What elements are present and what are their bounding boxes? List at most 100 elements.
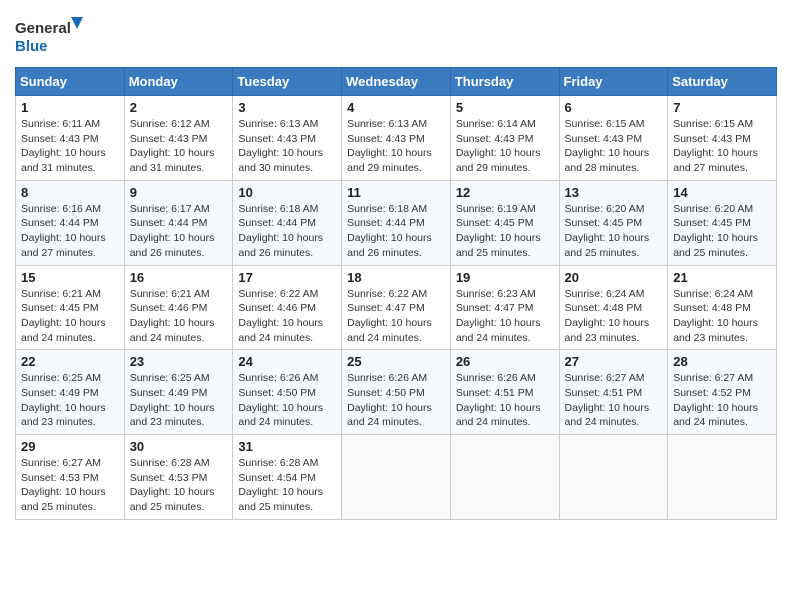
day-info: Sunrise: 6:11 AM Sunset: 4:43 PM Dayligh… <box>21 117 119 176</box>
day-info: Sunrise: 6:20 AM Sunset: 4:45 PM Dayligh… <box>673 202 771 261</box>
day-cell-16: 16 Sunrise: 6:21 AM Sunset: 4:46 PM Dayl… <box>124 265 233 350</box>
day-cell-18: 18 Sunrise: 6:22 AM Sunset: 4:47 PM Dayl… <box>342 265 451 350</box>
day-info: Sunrise: 6:22 AM Sunset: 4:47 PM Dayligh… <box>347 287 445 346</box>
day-number: 11 <box>347 185 445 200</box>
empty-cell <box>668 435 777 520</box>
day-info: Sunrise: 6:27 AM Sunset: 4:53 PM Dayligh… <box>21 456 119 515</box>
day-header-wednesday: Wednesday <box>342 68 451 96</box>
day-header-saturday: Saturday <box>668 68 777 96</box>
day-info: Sunrise: 6:18 AM Sunset: 4:44 PM Dayligh… <box>347 202 445 261</box>
day-cell-9: 9 Sunrise: 6:17 AM Sunset: 4:44 PM Dayli… <box>124 180 233 265</box>
day-number: 19 <box>456 270 554 285</box>
day-info: Sunrise: 6:26 AM Sunset: 4:50 PM Dayligh… <box>347 371 445 430</box>
day-cell-2: 2 Sunrise: 6:12 AM Sunset: 4:43 PM Dayli… <box>124 96 233 181</box>
day-info: Sunrise: 6:24 AM Sunset: 4:48 PM Dayligh… <box>673 287 771 346</box>
day-info: Sunrise: 6:22 AM Sunset: 4:46 PM Dayligh… <box>238 287 336 346</box>
empty-cell <box>450 435 559 520</box>
day-cell-8: 8 Sunrise: 6:16 AM Sunset: 4:44 PM Dayli… <box>16 180 125 265</box>
day-number: 4 <box>347 100 445 115</box>
day-info: Sunrise: 6:17 AM Sunset: 4:44 PM Dayligh… <box>130 202 228 261</box>
day-header-tuesday: Tuesday <box>233 68 342 96</box>
day-cell-21: 21 Sunrise: 6:24 AM Sunset: 4:48 PM Dayl… <box>668 265 777 350</box>
logo: General Blue <box>15 15 85 57</box>
day-cell-19: 19 Sunrise: 6:23 AM Sunset: 4:47 PM Dayl… <box>450 265 559 350</box>
day-cell-24: 24 Sunrise: 6:26 AM Sunset: 4:50 PM Dayl… <box>233 350 342 435</box>
day-number: 21 <box>673 270 771 285</box>
day-info: Sunrise: 6:13 AM Sunset: 4:43 PM Dayligh… <box>238 117 336 176</box>
logo-svg: General Blue <box>15 15 85 57</box>
day-info: Sunrise: 6:16 AM Sunset: 4:44 PM Dayligh… <box>21 202 119 261</box>
day-number: 31 <box>238 439 336 454</box>
day-header-monday: Monday <box>124 68 233 96</box>
day-number: 16 <box>130 270 228 285</box>
day-cell-31: 31 Sunrise: 6:28 AM Sunset: 4:54 PM Dayl… <box>233 435 342 520</box>
day-cell-12: 12 Sunrise: 6:19 AM Sunset: 4:45 PM Dayl… <box>450 180 559 265</box>
empty-cell <box>342 435 451 520</box>
page-header: General Blue <box>15 15 777 57</box>
day-info: Sunrise: 6:21 AM Sunset: 4:45 PM Dayligh… <box>21 287 119 346</box>
day-info: Sunrise: 6:25 AM Sunset: 4:49 PM Dayligh… <box>21 371 119 430</box>
day-number: 9 <box>130 185 228 200</box>
empty-cell <box>559 435 668 520</box>
day-cell-6: 6 Sunrise: 6:15 AM Sunset: 4:43 PM Dayli… <box>559 96 668 181</box>
day-info: Sunrise: 6:14 AM Sunset: 4:43 PM Dayligh… <box>456 117 554 176</box>
day-cell-14: 14 Sunrise: 6:20 AM Sunset: 4:45 PM Dayl… <box>668 180 777 265</box>
day-cell-22: 22 Sunrise: 6:25 AM Sunset: 4:49 PM Dayl… <box>16 350 125 435</box>
day-info: Sunrise: 6:28 AM Sunset: 4:53 PM Dayligh… <box>130 456 228 515</box>
day-number: 13 <box>565 185 663 200</box>
day-number: 18 <box>347 270 445 285</box>
day-header-sunday: Sunday <box>16 68 125 96</box>
day-number: 1 <box>21 100 119 115</box>
day-cell-7: 7 Sunrise: 6:15 AM Sunset: 4:43 PM Dayli… <box>668 96 777 181</box>
day-info: Sunrise: 6:27 AM Sunset: 4:52 PM Dayligh… <box>673 371 771 430</box>
calendar-week-5: 29 Sunrise: 6:27 AM Sunset: 4:53 PM Dayl… <box>16 435 777 520</box>
day-number: 5 <box>456 100 554 115</box>
day-header-thursday: Thursday <box>450 68 559 96</box>
day-info: Sunrise: 6:13 AM Sunset: 4:43 PM Dayligh… <box>347 117 445 176</box>
day-number: 22 <box>21 354 119 369</box>
day-cell-15: 15 Sunrise: 6:21 AM Sunset: 4:45 PM Dayl… <box>16 265 125 350</box>
day-number: 20 <box>565 270 663 285</box>
day-cell-11: 11 Sunrise: 6:18 AM Sunset: 4:44 PM Dayl… <box>342 180 451 265</box>
day-header-friday: Friday <box>559 68 668 96</box>
day-cell-20: 20 Sunrise: 6:24 AM Sunset: 4:48 PM Dayl… <box>559 265 668 350</box>
day-info: Sunrise: 6:21 AM Sunset: 4:46 PM Dayligh… <box>130 287 228 346</box>
day-cell-30: 30 Sunrise: 6:28 AM Sunset: 4:53 PM Dayl… <box>124 435 233 520</box>
day-cell-23: 23 Sunrise: 6:25 AM Sunset: 4:49 PM Dayl… <box>124 350 233 435</box>
day-info: Sunrise: 6:18 AM Sunset: 4:44 PM Dayligh… <box>238 202 336 261</box>
day-info: Sunrise: 6:15 AM Sunset: 4:43 PM Dayligh… <box>673 117 771 176</box>
day-number: 10 <box>238 185 336 200</box>
day-number: 2 <box>130 100 228 115</box>
day-cell-13: 13 Sunrise: 6:20 AM Sunset: 4:45 PM Dayl… <box>559 180 668 265</box>
day-number: 8 <box>21 185 119 200</box>
day-cell-27: 27 Sunrise: 6:27 AM Sunset: 4:51 PM Dayl… <box>559 350 668 435</box>
svg-text:Blue: Blue <box>15 38 48 55</box>
day-number: 25 <box>347 354 445 369</box>
day-cell-3: 3 Sunrise: 6:13 AM Sunset: 4:43 PM Dayli… <box>233 96 342 181</box>
calendar-table: SundayMondayTuesdayWednesdayThursdayFrid… <box>15 67 777 520</box>
day-cell-4: 4 Sunrise: 6:13 AM Sunset: 4:43 PM Dayli… <box>342 96 451 181</box>
day-info: Sunrise: 6:19 AM Sunset: 4:45 PM Dayligh… <box>456 202 554 261</box>
day-number: 29 <box>21 439 119 454</box>
day-number: 14 <box>673 185 771 200</box>
svg-text:General: General <box>15 20 71 37</box>
day-number: 6 <box>565 100 663 115</box>
day-cell-17: 17 Sunrise: 6:22 AM Sunset: 4:46 PM Dayl… <box>233 265 342 350</box>
day-number: 17 <box>238 270 336 285</box>
day-cell-1: 1 Sunrise: 6:11 AM Sunset: 4:43 PM Dayli… <box>16 96 125 181</box>
day-number: 26 <box>456 354 554 369</box>
day-number: 24 <box>238 354 336 369</box>
day-cell-29: 29 Sunrise: 6:27 AM Sunset: 4:53 PM Dayl… <box>16 435 125 520</box>
calendar-week-1: 1 Sunrise: 6:11 AM Sunset: 4:43 PM Dayli… <box>16 96 777 181</box>
day-info: Sunrise: 6:23 AM Sunset: 4:47 PM Dayligh… <box>456 287 554 346</box>
day-info: Sunrise: 6:28 AM Sunset: 4:54 PM Dayligh… <box>238 456 336 515</box>
day-number: 3 <box>238 100 336 115</box>
day-info: Sunrise: 6:12 AM Sunset: 4:43 PM Dayligh… <box>130 117 228 176</box>
day-info: Sunrise: 6:24 AM Sunset: 4:48 PM Dayligh… <box>565 287 663 346</box>
day-number: 30 <box>130 439 228 454</box>
day-number: 12 <box>456 185 554 200</box>
day-number: 7 <box>673 100 771 115</box>
day-info: Sunrise: 6:26 AM Sunset: 4:50 PM Dayligh… <box>238 371 336 430</box>
day-cell-25: 25 Sunrise: 6:26 AM Sunset: 4:50 PM Dayl… <box>342 350 451 435</box>
day-info: Sunrise: 6:25 AM Sunset: 4:49 PM Dayligh… <box>130 371 228 430</box>
